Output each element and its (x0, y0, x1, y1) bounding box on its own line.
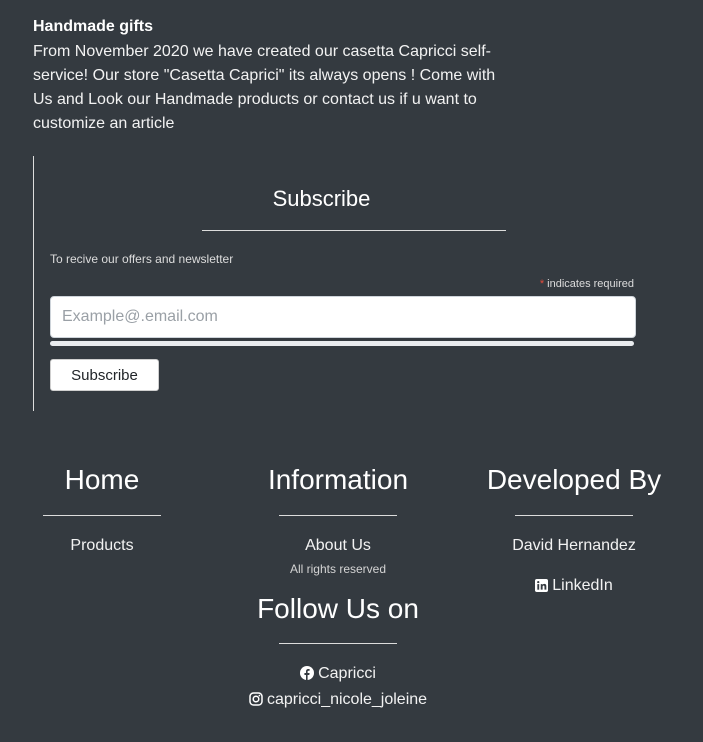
linkedin-label: LinkedIn (552, 577, 613, 594)
subscribe-button[interactable]: Subscribe (50, 359, 159, 391)
rights-text: All rights reserved (289, 562, 387, 576)
about-text: From November 2020 we have created our c… (33, 43, 496, 132)
response-bar (50, 341, 634, 346)
subscribe-divider (202, 230, 506, 231)
information-divider (279, 515, 397, 516)
follow-divider (279, 643, 397, 644)
home-divider (43, 515, 161, 516)
required-star: * (539, 278, 545, 290)
linkedin-link[interactable]: LinkedIn (474, 576, 674, 598)
instagram-icon (249, 690, 263, 714)
about-title: Handmade gifts (33, 18, 154, 35)
facebook-label: Capricci (318, 665, 376, 682)
about-us-link[interactable]: About Us (238, 536, 438, 556)
developed-divider (515, 515, 633, 516)
subscribe-description: To recive our offers and newsletter (50, 252, 234, 266)
required-text: indicates required (547, 278, 634, 290)
developer-name: David Hernandez (512, 537, 636, 554)
subscribe-title: Subscribe (272, 186, 371, 211)
linkedin-icon (535, 578, 549, 598)
required-indicator: * indicates required (500, 278, 634, 290)
developed-heading: Developed By (486, 464, 662, 495)
instagram-link[interactable]: capricci_nicole_joleine (238, 688, 438, 714)
home-heading: Home (64, 464, 140, 495)
facebook-link[interactable]: Capricci (238, 662, 438, 688)
about-section: Handmade gifts From November 2020 we hav… (33, 16, 513, 136)
instagram-label: capricci_nicole_joleine (266, 691, 428, 708)
information-heading: Information (267, 464, 409, 495)
footer-developed-column: Developed By David Hernandez LinkedIn (474, 463, 674, 598)
follow-heading: Follow Us on (257, 593, 419, 624)
follow-section: Follow Us on Capricci capricci_nicole_jo… (238, 592, 438, 714)
footer-home-column: Home Products (0, 463, 204, 556)
footer-information-column: Information About Us All rights reserved (238, 463, 438, 576)
facebook-icon (300, 664, 315, 688)
products-link[interactable]: Products (0, 536, 204, 556)
email-field[interactable] (50, 296, 636, 338)
